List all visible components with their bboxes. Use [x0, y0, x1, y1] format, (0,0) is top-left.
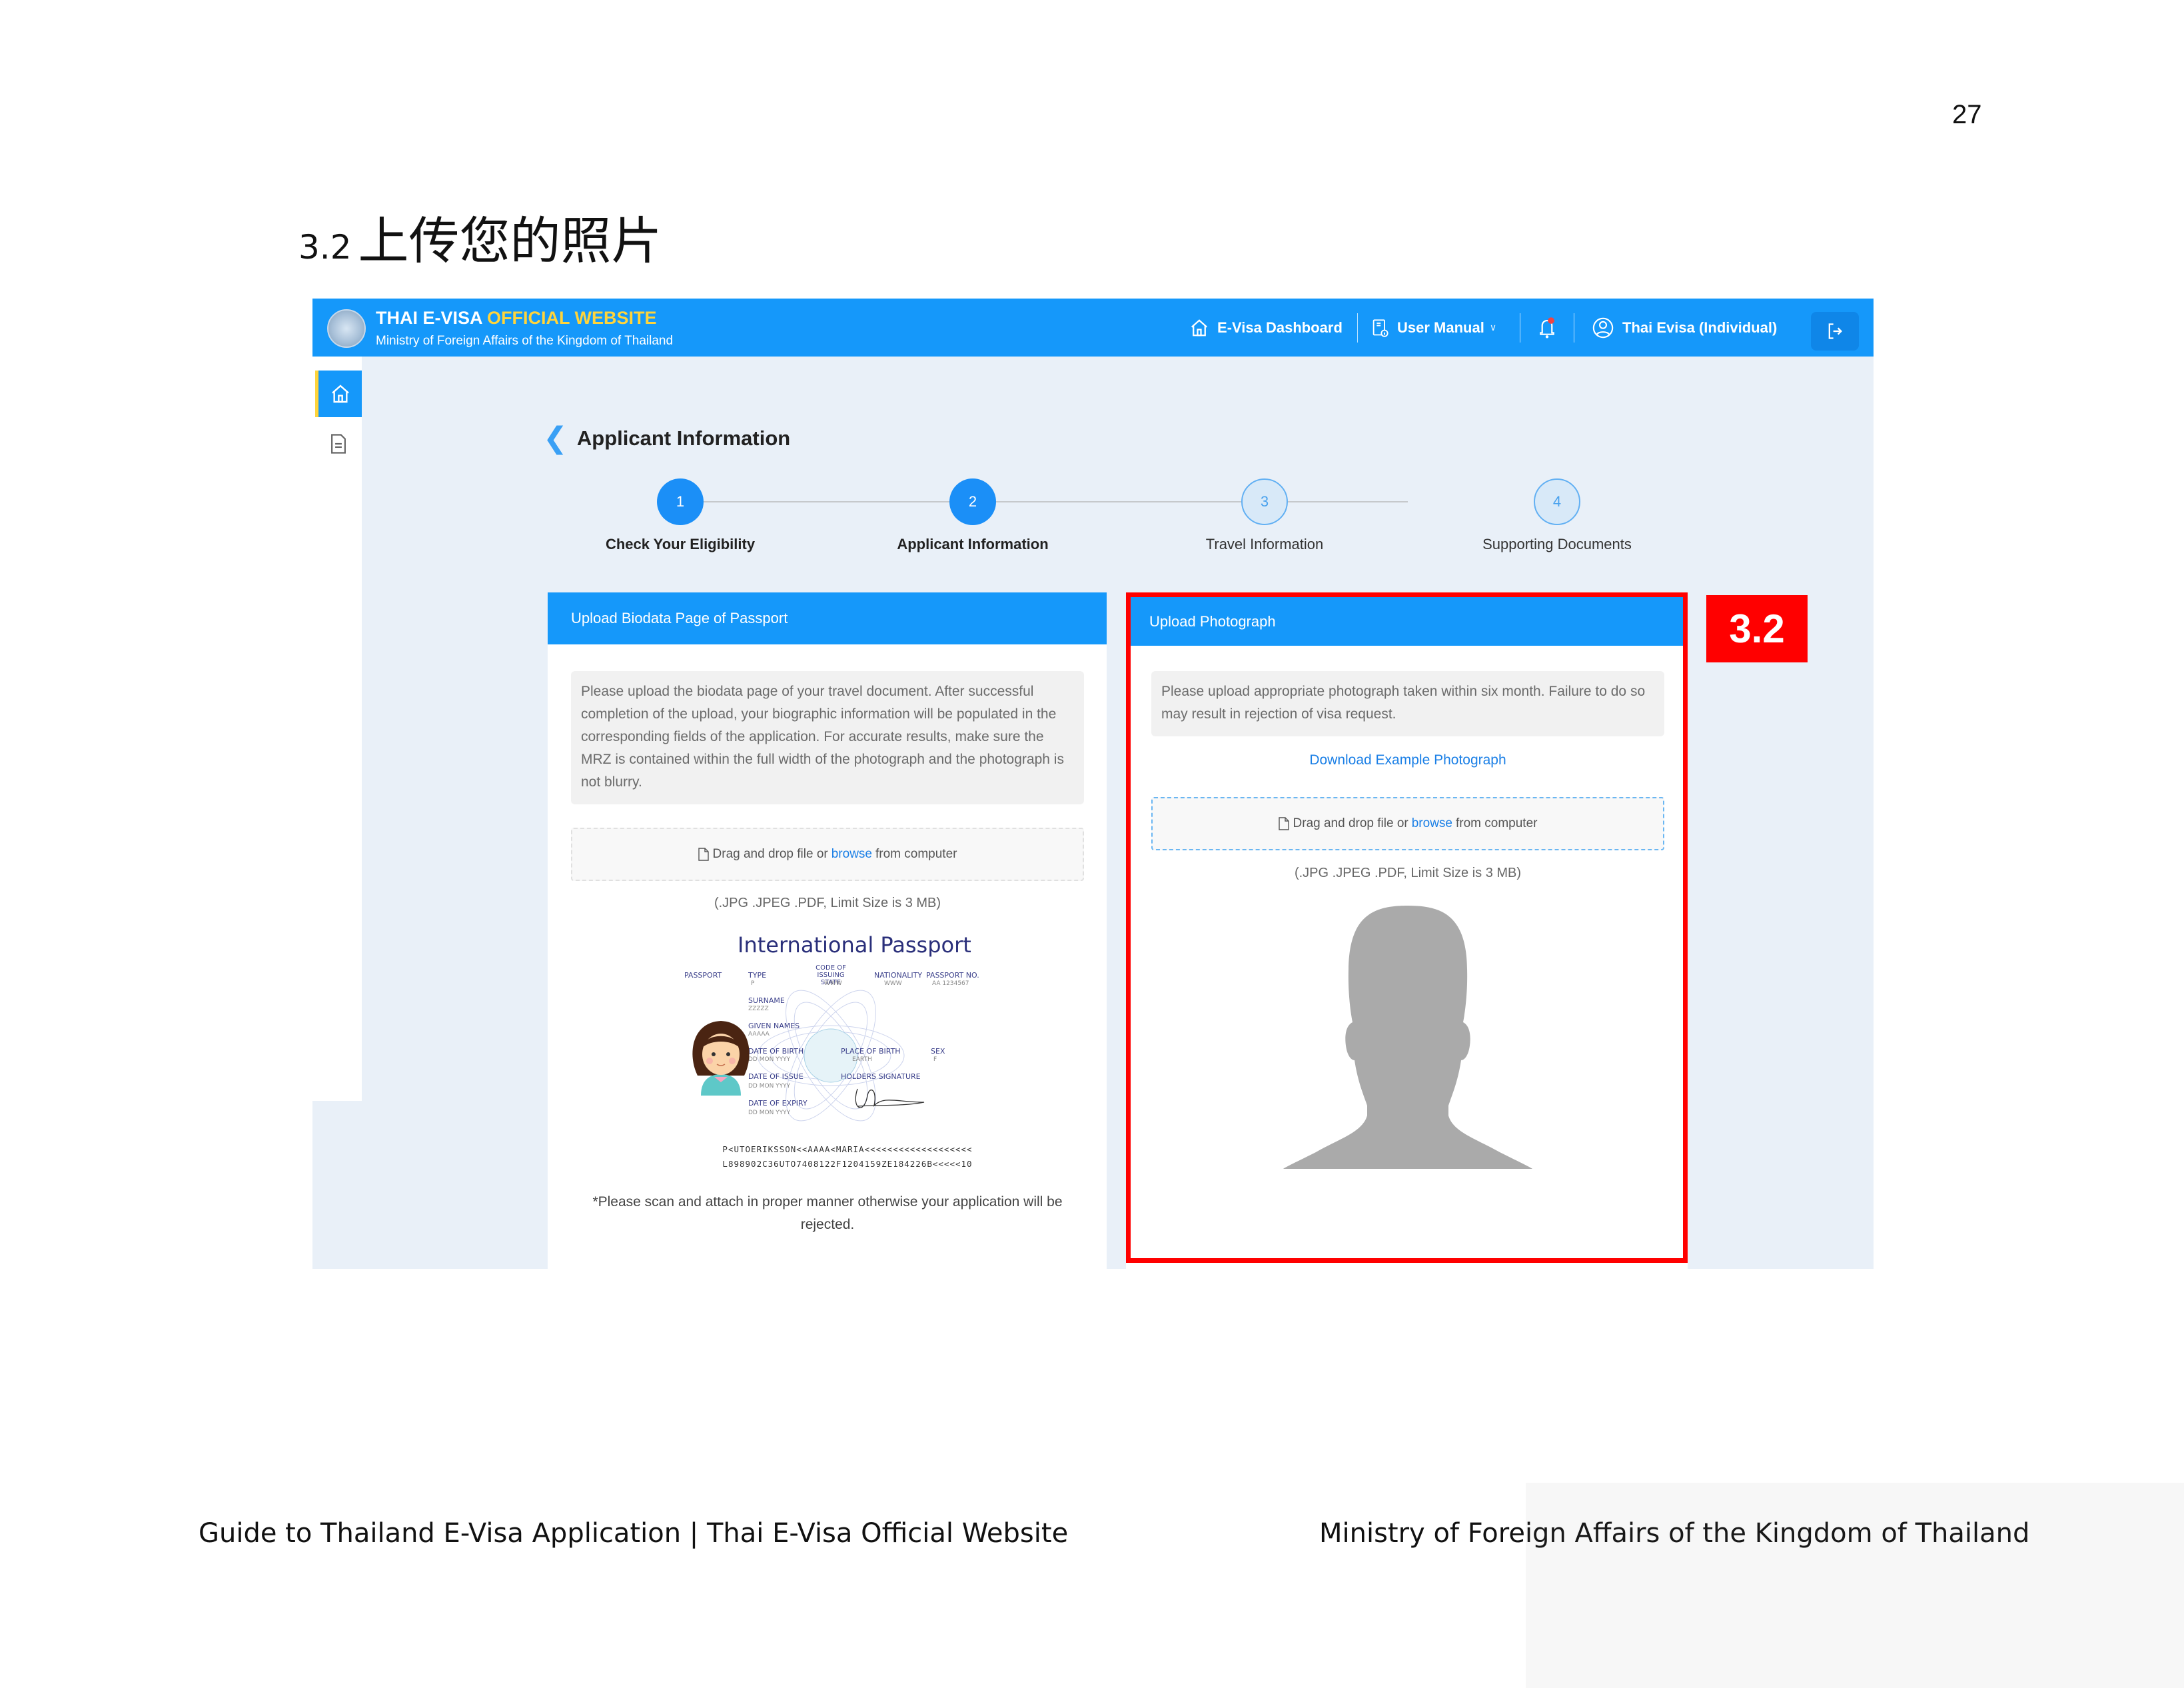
section-number: 3.2	[298, 228, 352, 267]
browse-link[interactable]: browse	[1412, 816, 1452, 831]
brand-subtitle: Ministry of Foreign Affairs of the Kingd…	[376, 334, 674, 348]
expiry-date-label: DATE OF EXPIRY	[748, 1099, 808, 1108]
brand-title-main: THAI E-VISA	[376, 308, 482, 328]
section-heading: 3.2 上传您的照片	[298, 200, 662, 273]
pob-label: PLACE OF BIRTH	[841, 1047, 901, 1056]
photo-upload-card: Upload Photograph Please upload appropri…	[1126, 592, 1688, 1269]
dropzone-text-suffix: from computer	[875, 847, 957, 861]
file-icon	[1278, 817, 1289, 830]
passport-dropzone[interactable]: Drag and drop file or browse from computer	[571, 828, 1084, 881]
nav-divider	[1357, 313, 1358, 343]
passport-instructions: Please upload the biodata page of your t…	[571, 671, 1084, 804]
passport-label: PASSPORT	[684, 971, 722, 980]
passport-title: International Passport	[738, 932, 971, 958]
chevron-down-icon: ∨	[1489, 322, 1497, 333]
home-icon	[1191, 319, 1207, 336]
step-3[interactable]: 3 Travel Information	[1165, 478, 1365, 553]
step-2-circle: 2	[949, 478, 996, 525]
passport-card-title: Upload Biodata Page of Passport	[548, 592, 1107, 644]
footer-guide-title: Guide to Thailand E-Visa Application | T…	[199, 1518, 1069, 1549]
dropzone-text: Drag and drop file or	[712, 847, 828, 861]
pob-value: EARTH	[852, 1056, 872, 1063]
sex-label: SEX	[931, 1047, 945, 1056]
browse-link[interactable]: browse	[831, 847, 872, 862]
file-icon	[698, 848, 709, 861]
signature-scribble	[855, 1088, 925, 1108]
step-3-label: Travel Information	[1205, 536, 1324, 552]
notifications-button[interactable]	[1537, 299, 1565, 357]
nav-evisa-dashboard-label: E-Visa Dashboard	[1217, 319, 1343, 336]
progress-stepper: 1 Check Your Eligibility 2 Applicant Inf…	[312, 478, 1874, 552]
home-icon	[331, 385, 349, 403]
step-1[interactable]: 1 Check Your Eligibility	[580, 478, 780, 553]
top-navbar: THAI E-VISA OFFICIAL WEBSITE Ministry of…	[312, 299, 1874, 357]
surname-value: ZZZZZ	[748, 1006, 769, 1012]
page-title: ❮ Applicant Information	[543, 424, 790, 453]
type-label: TYPE	[748, 971, 767, 980]
sample-passport-image: International Passport PASSPORT TYPE P C…	[684, 932, 979, 1172]
nationality-value: WWW	[884, 980, 902, 987]
passport-upload-card: Upload Biodata Page of Passport Please u…	[548, 592, 1107, 1269]
nav-evisa-dashboard[interactable]: E-Visa Dashboard	[1189, 299, 1343, 357]
file-limits-hint: (.JPG .JPEG .PDF, Limit Size is 3 MB)	[1294, 866, 1522, 880]
user-name: Thai Evisa (Individual)	[1622, 319, 1778, 336]
manual-book-icon	[1372, 319, 1388, 337]
issuing-state-value: WWW	[824, 980, 842, 987]
nav-user-manual-label: User Manual	[1397, 319, 1484, 336]
watermark-logo	[1526, 1483, 2184, 1688]
passport-no-value: AA 1234567	[932, 980, 969, 987]
sex-value: F	[933, 1056, 937, 1063]
brand-title-highlight: OFFICIAL WEBSITE	[487, 308, 657, 328]
nationality-label: NATIONALITY	[874, 971, 923, 980]
sidebar-item-home[interactable]	[315, 371, 362, 417]
step-1-label: Check Your Eligibility	[605, 536, 756, 552]
logout-icon	[1828, 323, 1842, 339]
step-4-circle: 4	[1534, 478, 1580, 525]
user-circle-icon	[1592, 317, 1614, 338]
sidebar	[312, 357, 362, 1101]
evisa-screenshot: THAI E-VISA OFFICIAL WEBSITE Ministry of…	[312, 299, 1874, 1269]
avatar-girl-illustration	[692, 1021, 750, 1096]
user-profile-menu[interactable]: Thai Evisa (Individual)	[1592, 299, 1777, 357]
step-1-circle: 1	[657, 478, 704, 525]
expiry-date-value: DD MON YYYY	[748, 1110, 791, 1116]
document-icon	[331, 434, 346, 454]
signature-label: HOLDERS SIGNATURE	[841, 1072, 921, 1081]
mrz-line-2: L898902C36UTO7408122F1204159ZE184226B<<<…	[722, 1159, 973, 1169]
surname-label: SURNAME	[748, 996, 785, 1005]
photo-dropzone[interactable]: Drag and drop file or browse from computer	[1151, 797, 1664, 850]
file-limits-hint: (.JPG .JPEG .PDF, Limit Size is 3 MB)	[714, 896, 941, 910]
section-title: 上传您的照片	[358, 211, 662, 271]
page-title-text: Applicant Information	[576, 426, 791, 450]
photo-instructions: Please upload appropriate photograph tak…	[1151, 671, 1664, 736]
step-4[interactable]: 4 Supporting Documents	[1457, 478, 1657, 553]
step-3-circle: 3	[1241, 478, 1288, 525]
dropzone-text: Drag and drop file or	[1293, 816, 1408, 830]
step-annotation-badge: 3.2	[1706, 595, 1808, 662]
type-value: P	[751, 980, 755, 987]
passport-no-label: PASSPORT NO.	[926, 971, 979, 980]
brand-title[interactable]: THAI E-VISA OFFICIAL WEBSITE	[376, 308, 657, 329]
dropzone-text-suffix: from computer	[1455, 816, 1538, 830]
ministry-seal-logo	[327, 309, 366, 348]
sidebar-item-documents[interactable]	[315, 424, 362, 464]
scan-warning-note: *Please scan and attach in proper manner…	[592, 1194, 1063, 1232]
step-2[interactable]: 2 Applicant Information	[873, 478, 1073, 553]
notification-dot	[1548, 317, 1554, 324]
step-2-label: Applicant Information	[897, 536, 1049, 552]
back-chevron-icon[interactable]: ❮	[543, 424, 568, 453]
person-silhouette-placeholder	[1283, 906, 1532, 1169]
photo-card-title: Upload Photograph	[1131, 597, 1683, 646]
page-number: 27	[1952, 100, 1982, 129]
nav-user-manual[interactable]: User Manual ∨	[1370, 299, 1496, 357]
mrz-line-1: P<UTOERIKSSON<<AAAA<MARIA<<<<<<<<<<<<<<<…	[722, 1144, 973, 1154]
step-4-label: Supporting Documents	[1482, 536, 1632, 552]
bell-icon	[1540, 317, 1554, 339]
download-example-link[interactable]: Download Example Photograph	[1151, 752, 1664, 768]
logout-button[interactable]	[1811, 312, 1859, 351]
